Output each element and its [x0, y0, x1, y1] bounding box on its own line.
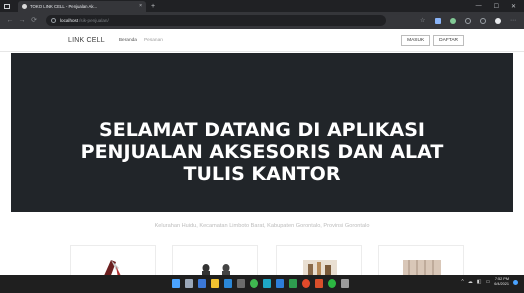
maximize-button[interactable]: ☐	[494, 3, 499, 10]
site-nav-links: Beranda Pesanan	[119, 38, 163, 43]
site-brand[interactable]: LINK CELL	[68, 37, 105, 44]
url-host: localhost	[60, 18, 79, 23]
history-icon[interactable]	[465, 17, 471, 24]
browser-tab[interactable]: TOKO LINK CELL - Penjualan Ak... ×	[18, 1, 146, 12]
hero-subtitle: Kelurahan Huidu, Kecamatan Limboto Barat…	[154, 223, 370, 229]
edge-icon[interactable]	[224, 279, 232, 288]
store-icon[interactable]	[237, 279, 245, 288]
hero-title: SELAMAT DATANG DI APLIKASI PENJUALAN AKS…	[11, 119, 513, 185]
star-icon[interactable]: ☆	[420, 18, 426, 24]
app-icon[interactable]	[263, 279, 271, 288]
taskbar-app-icons	[172, 279, 349, 288]
powerpoint-icon[interactable]	[315, 279, 323, 288]
product-grid	[0, 245, 524, 277]
taskbar-clock[interactable]: 7:52 PM 6/4/2021	[494, 277, 509, 287]
toolbar-icons: ☆ ⋯	[420, 17, 520, 24]
start-icon[interactable]	[172, 279, 180, 288]
site-navbar: LINK CELL Beranda Pesanan MASUK DAFTAR	[0, 29, 524, 52]
nav-link-pesanan[interactable]: Pesanan	[144, 38, 163, 43]
tab-favicon-icon	[22, 4, 27, 9]
url-path: /sik-penjualan/	[79, 18, 109, 23]
extension-icon[interactable]	[450, 17, 456, 24]
address-bar[interactable]: localhost /sik-penjualan/	[46, 15, 386, 26]
app-icon[interactable]	[276, 279, 284, 288]
product-card[interactable]	[172, 245, 258, 277]
whatsapp-icon[interactable]	[328, 279, 336, 288]
tab-close-icon[interactable]: ×	[139, 4, 142, 9]
window-menu-icon[interactable]	[0, 0, 14, 12]
product-image	[397, 254, 445, 276]
browser-toolbar: ← → ⟳ localhost /sik-penjualan/ ☆ ⋯	[0, 12, 524, 29]
search-icon[interactable]	[185, 279, 193, 288]
product-card[interactable]	[70, 245, 156, 277]
tray-chevron-icon[interactable]: ^	[461, 279, 463, 285]
product-image	[295, 254, 343, 276]
minimize-button[interactable]: —	[476, 3, 482, 10]
chrome-icon[interactable]	[250, 279, 258, 288]
clock-date: 6/4/2021	[494, 282, 509, 286]
window-controls: — ☐ ✕	[476, 3, 524, 10]
hero-title-line: SELAMAT DATANG DI APLIKASI	[99, 119, 425, 141]
product-card[interactable]	[378, 245, 464, 277]
auth-buttons: MASUK DAFTAR	[401, 34, 464, 46]
volume-icon[interactable]: ◧	[477, 279, 482, 285]
site-info-icon[interactable]	[51, 18, 56, 23]
forward-button[interactable]: →	[16, 17, 28, 24]
product-card[interactable]	[276, 245, 362, 277]
excel-icon[interactable]	[289, 279, 297, 288]
notification-icon[interactable]	[513, 279, 518, 285]
screen: TOKO LINK CELL - Penjualan Ak... × + — ☐…	[0, 0, 524, 293]
browser-tabstrip: TOKO LINK CELL - Penjualan Ak... × + — ☐…	[0, 0, 524, 12]
login-button[interactable]: MASUK	[401, 34, 431, 46]
new-tab-button[interactable]: +	[151, 3, 155, 10]
task-view-icon[interactable]	[198, 279, 206, 288]
battery-icon[interactable]: ▭	[485, 279, 490, 285]
menu-icon[interactable]: ⋯	[510, 18, 516, 24]
product-image	[89, 254, 137, 276]
app-icon[interactable]	[341, 279, 349, 288]
app-icon[interactable]	[302, 279, 310, 288]
nav-link-beranda[interactable]: Beranda	[119, 38, 137, 43]
account-icon[interactable]	[480, 17, 486, 24]
taskbar: ^ ☁ ◧ ▭ 7:52 PM 6/4/2021	[0, 275, 524, 293]
hero-title-line: TULIS KANTOR	[183, 163, 341, 185]
file-explorer-icon[interactable]	[211, 279, 219, 288]
product-image	[191, 254, 239, 276]
hero-title-line: PENJUALAN AKSESORIS DAN ALAT	[80, 141, 444, 163]
tab-title: TOKO LINK CELL - Penjualan Ak...	[30, 4, 98, 9]
extension-icon[interactable]	[435, 17, 441, 24]
hero-banner: SELAMAT DATANG DI APLIKASI PENJUALAN AKS…	[11, 53, 513, 229]
register-button[interactable]: DAFTAR	[433, 34, 464, 46]
back-button[interactable]: ←	[4, 17, 16, 24]
system-tray: ^ ☁ ◧ ▭ 7:52 PM 6/4/2021	[461, 277, 518, 287]
reload-button[interactable]: ⟳	[28, 17, 40, 24]
avatar-icon[interactable]	[495, 17, 501, 24]
cloud-icon[interactable]: ☁	[468, 279, 473, 285]
close-window-button[interactable]: ✕	[511, 3, 516, 10]
